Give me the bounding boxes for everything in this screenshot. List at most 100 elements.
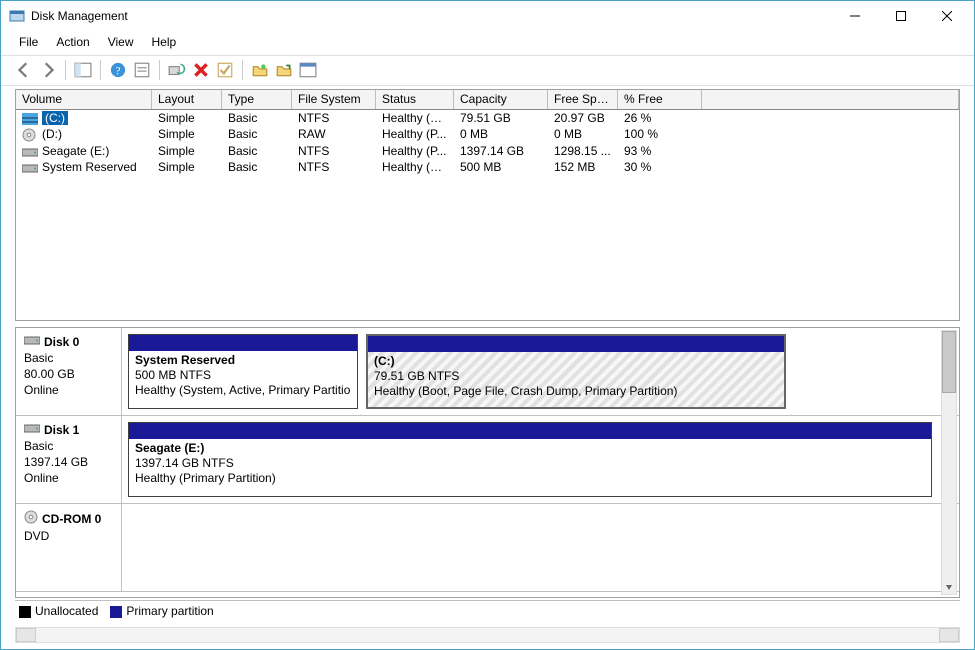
volume-free: 0 MB: [548, 126, 618, 143]
volume-layout: Simple: [152, 159, 222, 175]
disk-label: Disk 0Basic80.00 GBOnline: [16, 328, 122, 415]
title-bar: Disk Management: [1, 1, 974, 31]
partition-title: System Reserved: [135, 353, 235, 367]
col-capacity[interactable]: Capacity: [454, 90, 548, 109]
disk-management-window: Disk Management File Action View Help ?: [0, 0, 975, 650]
disk-map[interactable]: Disk 0Basic80.00 GBOnlineSystem Reserved…: [15, 327, 960, 599]
volume-free: 1298.15 ...: [548, 143, 618, 159]
horizontal-scrollbar[interactable]: [15, 627, 960, 643]
volume-free: 152 MB: [548, 159, 618, 175]
volume-rows: (C:)SimpleBasicNTFSHealthy (B...79.51 GB…: [16, 110, 959, 175]
refresh-icon[interactable]: [168, 61, 186, 79]
partition-color-bar: [129, 423, 931, 439]
volume-pct: 30 %: [618, 159, 702, 175]
disk-type: DVD: [24, 528, 115, 544]
volume-layout: Simple: [152, 110, 222, 126]
volume-name: (C:): [42, 111, 68, 125]
scrollbar-thumb[interactable]: [942, 331, 956, 393]
partition-title: Seagate (E:): [135, 441, 204, 455]
maximize-button[interactable]: [878, 1, 924, 31]
partition[interactable]: System Reserved500 MB NTFSHealthy (Syste…: [128, 334, 358, 409]
disk-status: Online: [24, 470, 115, 486]
partition-title: (C:): [374, 354, 395, 368]
disk-row[interactable]: Disk 0Basic80.00 GBOnlineSystem Reserved…: [16, 328, 959, 416]
open-folder-icon[interactable]: [275, 61, 293, 79]
partition-color-bar: [129, 335, 357, 351]
volume-capacity: 500 MB: [454, 159, 548, 175]
col-type[interactable]: Type: [222, 90, 292, 109]
disk-row[interactable]: CD-ROM 0DVD: [16, 504, 959, 592]
toolbar-separator: [100, 60, 101, 80]
disk-label: CD-ROM 0DVD: [16, 504, 122, 591]
settings-view-icon[interactable]: [299, 61, 317, 79]
disk-row[interactable]: Disk 1Basic1397.14 GBOnline Seagate (E:)1…: [16, 416, 959, 504]
partition[interactable]: Seagate (E:)1397.14 GB NTFSHealthy (Prim…: [128, 422, 932, 497]
menu-view[interactable]: View: [108, 35, 134, 49]
new-folder-icon[interactable]: [251, 61, 269, 79]
volume-list[interactable]: Volume Layout Type File System Status Ca…: [15, 89, 960, 321]
volume-fs: NTFS: [292, 110, 376, 126]
mark-icon[interactable]: [216, 61, 234, 79]
col-free[interactable]: Free Spa...: [548, 90, 618, 109]
volume-type: Basic: [222, 110, 292, 126]
disk-size: 80.00 GB: [24, 366, 115, 382]
volume-name: Seagate (E:): [42, 144, 109, 158]
menu-file[interactable]: File: [19, 35, 38, 49]
disk-partitions: [122, 504, 959, 591]
volume-status: Healthy (B...: [376, 110, 454, 126]
window-title: Disk Management: [31, 9, 832, 23]
vertical-scrollbar[interactable]: [941, 330, 957, 596]
partition-health: Healthy (Primary Partition): [135, 471, 276, 485]
back-icon[interactable]: [15, 61, 33, 79]
help-icon[interactable]: ?: [109, 61, 127, 79]
hdd-icon: [22, 146, 38, 158]
close-button[interactable]: [924, 1, 970, 31]
volume-type: Basic: [222, 126, 292, 143]
volume-pct: 100 %: [618, 126, 702, 143]
volume-pct: 93 %: [618, 143, 702, 159]
col-status[interactable]: Status: [376, 90, 454, 109]
volume-capacity: 1397.14 GB: [454, 143, 548, 159]
svg-text:?: ?: [116, 66, 121, 78]
volume-free: 20.97 GB: [548, 110, 618, 126]
scrollbar-down-icon[interactable]: [942, 580, 956, 594]
disk-size: 1397.14 GB: [24, 454, 115, 470]
menu-help[interactable]: Help: [152, 35, 177, 49]
minimize-button[interactable]: [832, 1, 878, 31]
partition-sub: 500 MB NTFS: [135, 368, 211, 382]
delete-icon[interactable]: [192, 61, 210, 79]
col-layout[interactable]: Layout: [152, 90, 222, 109]
partition[interactable]: (C:)79.51 GB NTFSHealthy (Boot, Page Fil…: [366, 334, 786, 409]
disk-type: Basic: [24, 438, 115, 454]
show-hide-tree-icon[interactable]: [74, 61, 92, 79]
swatch-black-icon: [19, 606, 31, 618]
toolbar: ?: [1, 56, 974, 86]
legend-unallocated: Unallocated: [19, 604, 98, 618]
volume-fs: NTFS: [292, 159, 376, 175]
toolbar-separator: [242, 60, 243, 80]
volume-status: Healthy (P...: [376, 143, 454, 159]
volume-list-header: Volume Layout Type File System Status Ca…: [16, 90, 959, 110]
forward-icon[interactable]: [39, 61, 57, 79]
volume-type: Basic: [222, 159, 292, 175]
disk-status: Online: [24, 382, 115, 398]
col-filler: [702, 90, 959, 109]
disk-stripe-icon: [22, 113, 38, 125]
volume-row[interactable]: Seagate (E:)SimpleBasicNTFSHealthy (P...…: [16, 143, 959, 159]
col-fs[interactable]: File System: [292, 90, 376, 109]
menu-bar: File Action View Help: [1, 31, 974, 56]
partition-sub: 79.51 GB NTFS: [374, 369, 459, 383]
disk-title: CD-ROM 0: [42, 511, 101, 527]
col-volume[interactable]: Volume: [16, 90, 152, 109]
toolbar-separator: [65, 60, 66, 80]
properties-icon[interactable]: [133, 61, 151, 79]
menu-action[interactable]: Action: [56, 35, 89, 49]
app-icon: [9, 8, 25, 24]
volume-layout: Simple: [152, 143, 222, 159]
volume-row[interactable]: (D:)SimpleBasicRAWHealthy (P...0 MB0 MB1…: [16, 126, 959, 143]
volume-capacity: 79.51 GB: [454, 110, 548, 126]
disk-title: Disk 1: [44, 422, 79, 438]
col-pct[interactable]: % Free: [618, 90, 702, 109]
volume-row[interactable]: System ReservedSimpleBasicNTFSHealthy (S…: [16, 159, 959, 175]
volume-row[interactable]: (C:) SimpleBasicNTFSHealthy (B...79.51 GB…: [16, 110, 959, 126]
